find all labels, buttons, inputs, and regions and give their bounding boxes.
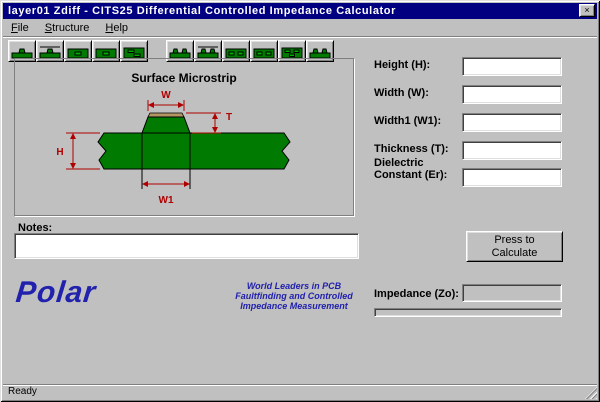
tagline-line: Impedance Measurement: [226, 301, 362, 311]
title-bar: layer01 Zdiff - CITS25 Differential Cont…: [3, 3, 597, 19]
resize-grip[interactable]: [585, 387, 597, 399]
calculate-button[interactable]: Press to Calculate: [466, 231, 563, 262]
dielectric-label: Dielectric Constant (Er):: [374, 157, 460, 181]
brand-tagline: World Leaders in PCB Faultfinding and Co…: [226, 281, 362, 311]
tagline-line: Faultfinding and Controlled: [226, 291, 362, 301]
dim-label-h: H: [56, 147, 63, 158]
width1-input[interactable]: [462, 113, 562, 132]
progress-bar: [374, 308, 562, 317]
tagline-line: World Leaders in PCB: [226, 281, 362, 291]
status-text: Ready: [8, 386, 37, 397]
menu-file[interactable]: File: [3, 20, 37, 34]
dielectric-input[interactable]: [462, 168, 562, 187]
dim-label-t: T: [226, 112, 232, 123]
width1-label: Width1 (W1):: [374, 115, 460, 127]
thickness-label: Thickness (T):: [374, 143, 460, 155]
close-button[interactable]: ×: [579, 4, 595, 17]
height-label: Height (H):: [374, 59, 460, 71]
impedance-output-field: [462, 284, 562, 302]
trace-cap-shape: [148, 113, 184, 117]
structure-diagram-panel: Surface Microstrip W T: [14, 58, 354, 216]
dim-label-w: W: [161, 90, 171, 101]
structure-cross-section-diagram: W T H W1: [16, 89, 352, 213]
menu-structure[interactable]: Structure: [37, 20, 98, 34]
menu-bar: FileStructureHelp: [3, 20, 597, 36]
trace-shape: [142, 117, 190, 133]
polar-logo: Polar: [14, 276, 98, 310]
substrate-shape: [98, 133, 290, 169]
application-window: layer01 Zdiff - CITS25 Differential Cont…: [0, 0, 600, 402]
width-label: Width (W):: [374, 87, 460, 99]
dim-label-w1: W1: [159, 195, 174, 206]
height-input[interactable]: [462, 57, 562, 76]
structure-title: Surface Microstrip: [15, 71, 353, 85]
width-input[interactable]: [462, 85, 562, 104]
status-bar: Ready: [3, 384, 597, 399]
notes-input[interactable]: [14, 233, 359, 259]
thickness-input[interactable]: [462, 141, 562, 160]
window-title: layer01 Zdiff - CITS25 Differential Cont…: [8, 5, 396, 17]
menu-help[interactable]: Help: [97, 20, 136, 34]
impedance-label: Impedance (Zo):: [374, 288, 459, 300]
